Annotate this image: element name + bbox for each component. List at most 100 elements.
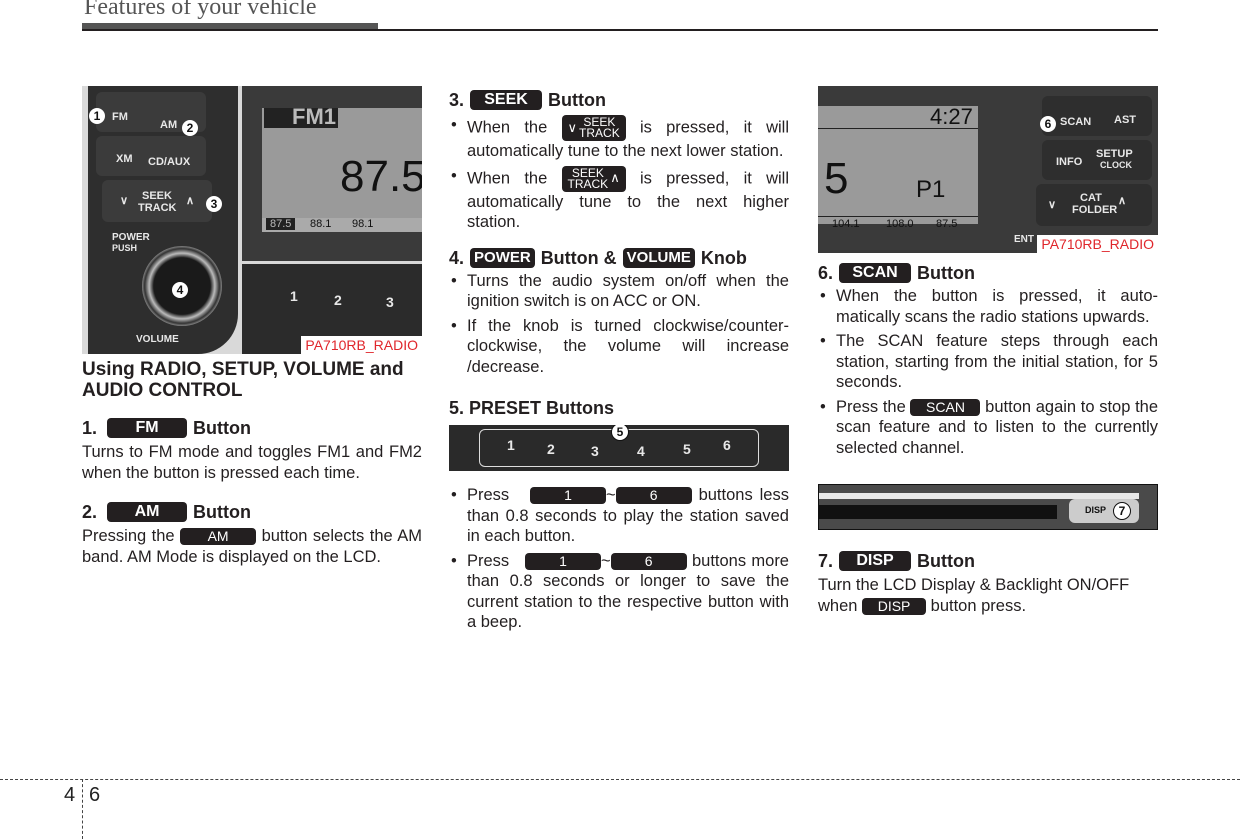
preset-1-pill: 1	[530, 487, 606, 505]
seek-pill: SEEK	[470, 90, 543, 110]
ast-key-label: AST	[1114, 114, 1136, 126]
callout-4: 4	[172, 282, 188, 298]
push-label: PUSH	[112, 243, 138, 253]
text-fragment: Press	[467, 551, 510, 570]
track-label: TRACK	[579, 126, 620, 140]
track-label: TRACK	[567, 176, 609, 191]
preset-key-3: 3	[386, 294, 394, 310]
lcd-preset-3: 98.1	[352, 218, 374, 230]
tilde: ~	[601, 551, 611, 570]
seek-up-pill: SEEK TRACK ∧	[561, 165, 626, 192]
scan-key-label: SCAN	[1060, 116, 1092, 128]
disp-inline-pill: DISP	[862, 597, 927, 615]
page-number: 6	[89, 784, 101, 806]
section-number: 3.	[449, 90, 465, 110]
section-number: 1.	[82, 418, 98, 438]
cat-down-icon: ∨	[1048, 199, 1057, 211]
callout-6: 6	[1040, 116, 1056, 132]
preset-key-1: 1	[507, 437, 515, 453]
radio-photo-right: 4:27 5 P1 104.1 108.0 87.5 SCAN AST INFO…	[818, 86, 1158, 253]
image-reference-label: PA710RB_RADIO	[1037, 235, 1158, 253]
preset-6-pill: 6	[610, 552, 687, 570]
lcd-preset-2: 108.0	[886, 218, 914, 230]
cat-up-icon: ∧	[1118, 195, 1127, 207]
seek-button-heading: 3. SEEK Button	[449, 89, 789, 111]
chapter-title: Features of your vehicle	[84, 0, 317, 20]
disp-pill: DISP	[839, 551, 912, 571]
section-suffix: Knob	[700, 247, 747, 268]
power-label: POWER	[112, 232, 150, 243]
preset-key-1: 1	[290, 288, 298, 304]
lcd-clock: 4:27	[930, 104, 973, 129]
tilde: ~	[606, 486, 616, 504]
lcd-divider	[818, 216, 978, 217]
volume-pill: VOLUME	[622, 247, 695, 268]
chevron-up-icon: ∧	[610, 170, 620, 186]
column-2: 3. SEEK Button When the ∨ SEEKTRACK is p…	[449, 86, 789, 637]
preset-short-press-bullet: Press 1~6 buttons less than 0.8 seconds …	[449, 485, 789, 547]
preset-key-2: 2	[334, 292, 342, 308]
column-1: FM AM XM CD/AUX ∨ SEEK TRACK ∧ POWER PUS…	[82, 86, 422, 567]
lcd-preset-1: 87.5	[266, 218, 296, 230]
section-suffix: Button	[193, 502, 251, 522]
preset-photo: 1 2 3 4 5 6 5	[449, 425, 789, 471]
am-description: Pressing the AM button selects the AM ba…	[82, 526, 422, 567]
footer-divider	[82, 779, 83, 839]
info-key-label: INFO	[1056, 156, 1083, 168]
preset-6-pill: 6	[615, 487, 692, 505]
cd-slot	[819, 505, 1057, 519]
callout-7: 7	[1113, 502, 1131, 520]
lcd-preset-1: 104.1	[832, 218, 860, 230]
scan-inline-pill: SCAN	[910, 398, 981, 416]
section-suffix: Button	[548, 90, 606, 110]
text-fragment: When the	[467, 118, 548, 137]
scan-bullet-2: The SCAN feature steps through each stat…	[818, 331, 1158, 393]
section-suffix: Button	[193, 418, 251, 438]
seek-down-icon: ∨	[120, 195, 129, 207]
scan-pill: SCAN	[839, 263, 912, 283]
cat-key-label: CAT	[1080, 192, 1102, 204]
text-fragment: Pressing the	[82, 527, 175, 545]
preset-key-4: 4	[637, 443, 645, 459]
am-button-heading: 2. AM Button	[82, 501, 422, 523]
scan-bullet-1: When the button is pressed, it auto-mati…	[818, 286, 1158, 327]
preset-key-5: 5	[683, 441, 691, 457]
seek-up-icon: ∧	[186, 195, 195, 207]
disp-key-label: DISP	[1085, 505, 1107, 515]
disp-photo: DISP 7	[818, 484, 1158, 530]
section-number: 4.	[449, 247, 465, 268]
xm-key-label: XM	[116, 153, 133, 165]
volume-bullet: If the knob is turned clockwise/counter-…	[449, 316, 789, 378]
folder-key-label: FOLDER	[1072, 204, 1118, 216]
radio-photo-left: FM AM XM CD/AUX ∨ SEEK TRACK ∧ POWER PUS…	[82, 86, 422, 354]
lcd-preset-number: P1	[916, 176, 946, 203]
callout-2: 2	[182, 120, 198, 136]
text-fragment: When the	[467, 168, 548, 187]
lcd-preset-2: 88.1	[310, 218, 332, 230]
power-bullet: Turns the audio system on/off when the i…	[449, 271, 789, 312]
scan-button-heading: 6. SCAN Button	[818, 262, 1158, 284]
section-mid: Button &	[540, 247, 617, 268]
image-reference-label: PA710RB_RADIO	[301, 336, 422, 354]
lcd-preset-3: 87.5	[936, 218, 958, 230]
preset-key-3: 3	[591, 443, 599, 459]
power-pill: POWER	[470, 247, 535, 268]
callout-1: 1	[89, 108, 105, 124]
section-number: 6.	[818, 263, 834, 283]
volume-label: VOLUME	[136, 334, 179, 345]
callout-3: 3	[206, 196, 222, 212]
fm-pill: FM	[107, 418, 188, 438]
fm-key-label: FM	[112, 111, 128, 123]
disp-description: Turn the LCD Display & Backlight ON/OFF …	[818, 575, 1158, 616]
seek-key-label: SEEK	[142, 190, 172, 202]
seek-down-bullet: When the ∨ SEEKTRACK is pressed, it will…	[449, 115, 789, 162]
text-fragment: button press.	[930, 596, 1027, 615]
lcd-frequency: 87.5	[340, 152, 422, 201]
fm-description: Turns to FM mode and toggles FM1 and FM2…	[82, 443, 422, 482]
power-volume-heading: 4. POWER Button & VOLUME Knob	[449, 247, 789, 269]
lcd-frequency-tail: 5	[824, 154, 849, 203]
section-suffix: Button	[917, 263, 975, 283]
lcd-band: FM1	[292, 104, 336, 129]
setup-key-label: SETUP	[1096, 148, 1133, 160]
section-heading: Using RADIO, SETUP, VOLUME and AUDIO CON…	[82, 359, 404, 401]
